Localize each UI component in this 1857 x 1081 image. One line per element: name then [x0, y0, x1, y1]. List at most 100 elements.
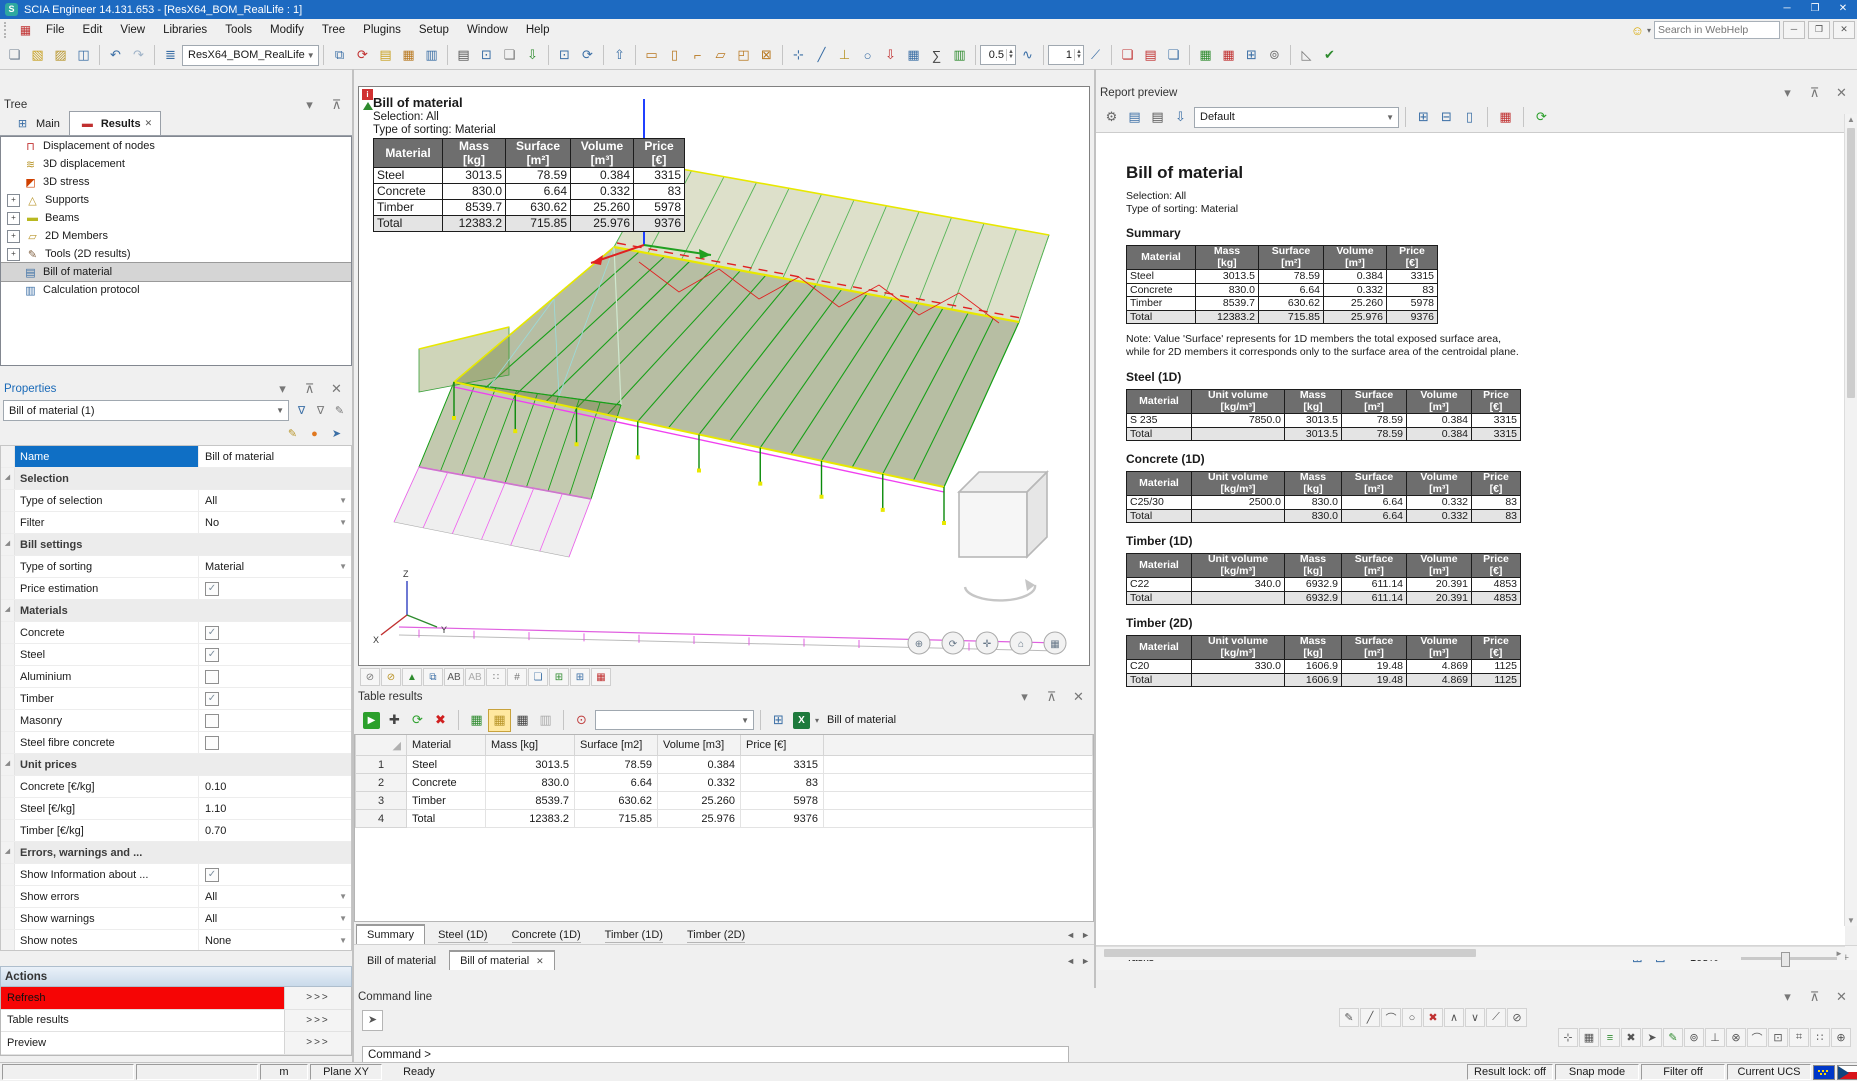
doc-tabs-next-icon[interactable]: ►: [1081, 956, 1090, 966]
property-row-show-information-about[interactable]: Show Information about ...✓: [1, 864, 351, 886]
property-row-concrete-kg[interactable]: Concrete [€/kg]0.10: [1, 776, 351, 798]
collapse-icon[interactable]: ▾: [271, 378, 294, 401]
menu-plugins[interactable]: Plugins: [354, 21, 410, 39]
new-project-icon[interactable]: ❏: [3, 44, 26, 67]
table-green-icon[interactable]: ▦: [1194, 44, 1217, 67]
property-value[interactable]: [199, 666, 351, 687]
export-icon[interactable]: ⇩: [521, 44, 544, 67]
table-type-3-icon[interactable]: ▦: [511, 709, 534, 732]
property-value[interactable]: 0.10: [199, 776, 351, 797]
property-row-steel-kg[interactable]: Steel [€/kg]1.10: [1, 798, 351, 820]
property-row-timber[interactable]: Timber✓: [1, 688, 351, 710]
snap-grid-icon[interactable]: ▦: [1579, 1028, 1599, 1047]
action-more-button[interactable]: >>>: [284, 1032, 351, 1054]
snap-line-icon[interactable]: ≡: [1600, 1028, 1620, 1047]
snap-point-icon[interactable]: ⊹: [1558, 1028, 1578, 1047]
expand-icon[interactable]: +: [7, 212, 20, 225]
labels-on-icon[interactable]: AB: [444, 668, 464, 686]
picture-doc-icon[interactable]: ❏: [528, 668, 548, 686]
mdi-restore-button[interactable]: ❐: [1808, 21, 1830, 39]
circle-tool-icon[interactable]: ○: [1402, 1008, 1422, 1027]
run-icon[interactable]: ▶: [363, 712, 380, 729]
scale-slope-icon[interactable]: ⟋: [1084, 44, 1107, 67]
property-value[interactable]: All▼: [199, 886, 351, 907]
property-value[interactable]: 1.10: [199, 798, 351, 819]
tree-item-displacement-of-nodes[interactable]: ⊓Displacement of nodes: [1, 137, 351, 155]
node-icon[interactable]: ⊹: [787, 44, 810, 67]
dot-grid-icon[interactable]: ∷: [486, 668, 506, 686]
escape-up-icon[interactable]: ⇧: [608, 44, 631, 67]
refresh-report-icon[interactable]: ⟳: [1530, 106, 1553, 129]
project-manager-icon[interactable]: ≣: [159, 44, 182, 67]
sheet-tab-timber-2d-[interactable]: Timber (2D): [676, 924, 756, 944]
grid-dots-icon[interactable]: ∷: [1810, 1028, 1830, 1047]
dropdown-arrow-icon[interactable]: ▼: [339, 892, 347, 901]
pan-view-button[interactable]: ✛: [976, 632, 998, 654]
excel-dropdown-icon[interactable]: ▾: [815, 716, 819, 725]
column-header-volume-m3-[interactable]: Volume [m3]: [658, 735, 741, 756]
print-icon[interactable]: ▤: [452, 44, 475, 67]
property-value[interactable]: 0.70: [199, 820, 351, 841]
settings-icon[interactable]: ⚙: [1100, 106, 1123, 129]
menu-libraries[interactable]: Libraries: [154, 21, 216, 39]
snap-edit-icon[interactable]: ✎: [1663, 1028, 1683, 1047]
save-icon[interactable]: ▨: [49, 44, 72, 67]
collapse-icon[interactable]: ▾: [1013, 686, 1036, 709]
grid-icon[interactable]: ⊞: [767, 709, 790, 732]
report-hscrollbar[interactable]: ►: [1096, 946, 1845, 960]
results-tab-icon[interactable]: ▬: [78, 114, 97, 133]
copy-attributes-icon[interactable]: ⧉: [328, 44, 351, 67]
table-red-icon[interactable]: ▦: [1217, 44, 1240, 67]
help-pages-icon[interactable]: ❏: [1162, 44, 1185, 67]
property-value[interactable]: ✓: [199, 578, 351, 599]
properties-object-combo[interactable]: Bill of material (1) ▼: [3, 400, 289, 421]
pin-icon[interactable]: ⊼: [325, 94, 348, 117]
checkbox[interactable]: ✓: [205, 868, 219, 882]
document-icon[interactable]: ❏: [498, 44, 521, 67]
checkbox[interactable]: [205, 736, 219, 750]
snap-node-icon[interactable]: ⊡: [1768, 1028, 1788, 1047]
copy-picture-icon[interactable]: ⧉: [423, 668, 443, 686]
property-row-show-notes[interactable]: Show notesNone▼: [1, 930, 351, 951]
undo-icon[interactable]: ↶: [104, 44, 127, 67]
excel-export-icon[interactable]: X: [793, 712, 810, 729]
labels-off-icon[interactable]: AB: [465, 668, 485, 686]
checkbox[interactable]: [205, 714, 219, 728]
mdi-close-button[interactable]: ✕: [1833, 21, 1855, 39]
clip-box-2-icon[interactable]: ⊘: [381, 668, 401, 686]
tab-close-icon[interactable]: ✕: [536, 956, 544, 966]
snap-ortho-icon[interactable]: ⌗: [1789, 1028, 1809, 1047]
table-row[interactable]: 3Timber8539.7630.6225.2605978: [356, 792, 1093, 810]
refresh-table-icon[interactable]: ⟳: [406, 709, 429, 732]
column-icon[interactable]: ▯: [663, 44, 686, 67]
scroll-up-icon[interactable]: ▲: [1845, 115, 1857, 124]
status-filter[interactable]: Filter off: [1641, 1064, 1725, 1080]
tree-tab-main[interactable]: ⊞ Main: [4, 111, 69, 135]
numbering-icon[interactable]: #: [507, 668, 527, 686]
checkbox[interactable]: ✓: [205, 692, 219, 706]
edit-icon[interactable]: ✎: [330, 401, 349, 420]
snap-perp-icon[interactable]: ⊥: [1705, 1028, 1725, 1047]
tree-tab-results[interactable]: ▬ Results ✕: [69, 111, 161, 135]
menu-view[interactable]: View: [111, 21, 154, 39]
tree-item-3d-stress[interactable]: ◩3D stress: [1, 173, 351, 191]
load-icon[interactable]: ⇩: [879, 44, 902, 67]
snap-off-icon[interactable]: ✖: [1621, 1028, 1641, 1047]
property-value[interactable]: No▼: [199, 512, 351, 533]
language-flag-icon[interactable]: [1813, 1065, 1835, 1080]
menu-setup[interactable]: Setup: [410, 21, 458, 39]
action-more-button[interactable]: >>>: [284, 1010, 351, 1032]
tree-item-tools-2d-results-[interactable]: +✎Tools (2D results): [1, 245, 351, 263]
tree-item-supports[interactable]: +△Supports: [1, 191, 351, 209]
status-result-lock[interactable]: Result lock: off: [1467, 1064, 1553, 1080]
sheet-tab-timber-1d-[interactable]: Timber (1D): [594, 924, 674, 944]
property-row-aluminium[interactable]: Aluminium: [1, 666, 351, 688]
tree-item-3d-displacement[interactable]: ≋3D displacement: [1, 155, 351, 173]
sort-corner-icon[interactable]: ◢: [356, 735, 407, 756]
rotate-view-button[interactable]: ⟳: [942, 632, 964, 654]
result-scale-spinner[interactable]: 0.5 ▲▼: [980, 45, 1016, 65]
property-value[interactable]: ✓: [199, 688, 351, 709]
status-plane[interactable]: Plane XY: [310, 1064, 382, 1080]
property-row-steel[interactable]: Steel✓: [1, 644, 351, 666]
menu-window[interactable]: Window: [458, 21, 517, 39]
